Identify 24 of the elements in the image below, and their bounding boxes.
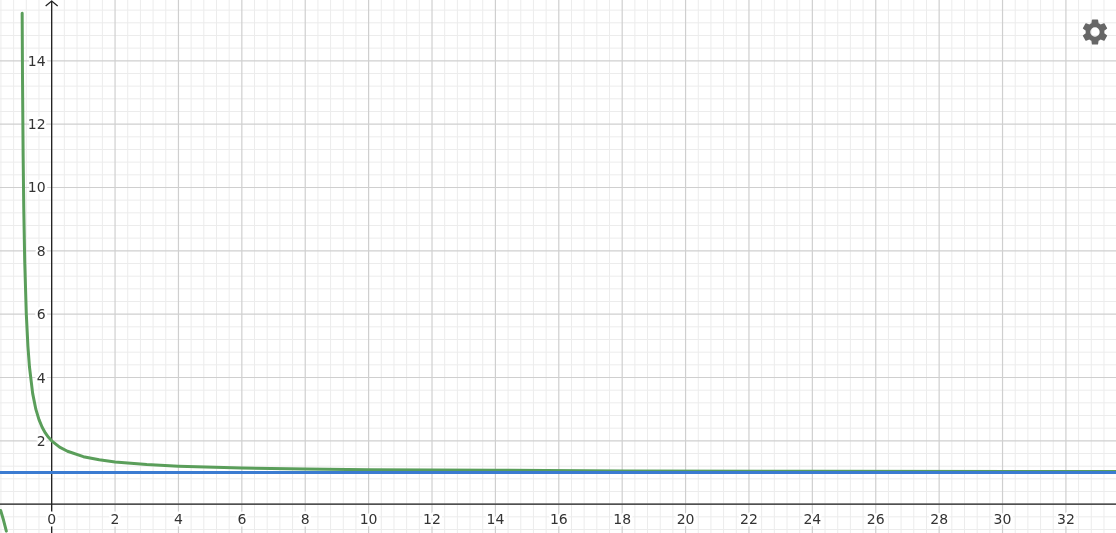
- tick-label: 4: [174, 511, 183, 528]
- tick-label: 20: [676, 511, 695, 528]
- tick-label: 6: [237, 511, 247, 528]
- tick-label: 10: [27, 179, 46, 196]
- tick-label: 14: [486, 511, 505, 528]
- tick-label: 2: [36, 432, 46, 449]
- tick-label: 12: [27, 116, 46, 133]
- tick-label: 12: [423, 511, 441, 528]
- tick-label: 24: [803, 511, 822, 528]
- tick-label: 4: [36, 369, 46, 386]
- tick-label: 22: [740, 511, 758, 528]
- settings-icon[interactable]: [1082, 19, 1108, 45]
- tick-label: 28: [930, 511, 949, 528]
- tick-label: 18: [613, 511, 632, 528]
- tick-label: 32: [1057, 511, 1075, 528]
- tick-label: 14: [27, 52, 46, 69]
- tick-label: 10: [359, 511, 378, 528]
- tick-label: 16: [549, 511, 568, 528]
- tick-label: 2: [110, 511, 120, 528]
- tick-label: 30: [993, 511, 1012, 528]
- tick-label: 8: [300, 511, 310, 528]
- tick-label: 8: [36, 242, 46, 259]
- tick-label: 26: [866, 511, 885, 528]
- tick-label: 6: [36, 306, 46, 323]
